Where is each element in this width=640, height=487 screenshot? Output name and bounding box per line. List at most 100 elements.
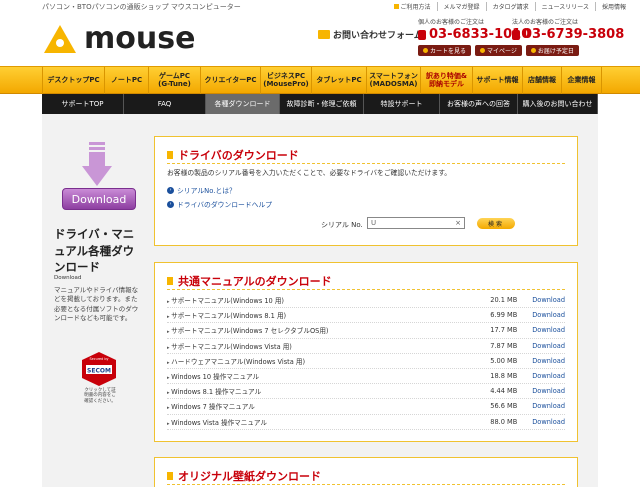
download-link[interactable]: Download: [517, 296, 565, 304]
driver-download-help-link[interactable]: › ドライバのダウンロードヘルプ: [167, 199, 272, 209]
clear-icon[interactable]: ×: [455, 219, 461, 227]
manual-size: 6.99 MB: [490, 311, 518, 320]
mainnav-item-1[interactable]: ノートPC: [105, 67, 149, 94]
manual-size: 56.6 MB: [490, 402, 518, 411]
serial-label: シリアル No.: [321, 221, 363, 229]
download-link[interactable]: Download: [517, 326, 565, 334]
square-icon: [167, 151, 173, 159]
subnav-item-2[interactable]: 各種ダウンロード: [206, 94, 280, 114]
table-row: Windows 8.1 操作マニュアル 4.44 MBDownload: [167, 384, 565, 400]
contact-form-link[interactable]: お問い合わせフォーム: [318, 28, 423, 41]
phone-icon: [512, 29, 520, 40]
sub-nav: サポートTOP FAQ 各種ダウンロード 故障診断・修理ご依頼 特設サポート お客様の声へ…: [42, 94, 598, 114]
mainnav-item-3[interactable]: クリエイターPC: [201, 67, 261, 94]
subnav-item-4[interactable]: 特設サポート: [364, 94, 440, 114]
download-link[interactable]: Download: [517, 342, 565, 350]
corporate-order-tel: 法人のお客様のご注文は 03-6739-3808: [512, 19, 625, 42]
manual-size: 17.7 MB: [490, 326, 518, 335]
manual-size: 20.1 MB: [490, 296, 518, 305]
cart-button[interactable]: カートを見る: [418, 45, 472, 56]
header-buttons: カートを見る マイページ お届け予定日: [418, 45, 579, 56]
subnav-item-3[interactable]: 故障診断・修理ご依頼: [280, 94, 364, 114]
arrow-icon: [530, 48, 536, 53]
mainnav-item-2[interactable]: ゲームPC (G-Tune): [149, 67, 201, 94]
manual-name[interactable]: Windows 8.1 操作マニュアル: [167, 386, 458, 396]
square-icon: [167, 277, 173, 285]
manual-download-panel: 共通マニュアルのダウンロード サポートマニュアル(Windows 10 用) 20…: [154, 262, 578, 442]
arrow-icon: [423, 48, 428, 53]
driver-intro: お客様の製品のシリアル番号を入力いただくことで、必要なドライバをご確認いただけま…: [167, 169, 452, 177]
table-row: Windows 7 操作マニュアル 56.6 MBDownload: [167, 399, 565, 415]
mainnav-item-9[interactable]: 店舗情報: [523, 67, 562, 94]
toplink-guide[interactable]: ご利用方法: [388, 2, 437, 11]
download-link[interactable]: Download: [517, 418, 565, 426]
secom-caption: クリックして証明書の内容をご確認ください。: [84, 388, 116, 404]
download-link[interactable]: Download: [517, 387, 565, 395]
manual-name[interactable]: ハードウェアマニュアル(Windows Vista 用): [167, 356, 458, 366]
subnav-item-0[interactable]: サポートTOP: [42, 94, 124, 114]
divider: [167, 289, 565, 290]
serial-input[interactable]: U ×: [367, 217, 465, 229]
secom-seal-top: Secured by: [89, 357, 108, 361]
content-area: Download ドライバ・マニュアル各種ダウンロード Download マニュ…: [42, 114, 598, 487]
site-header: パソコン・BTOパソコンの通販ショップ マウスコンピューター ご利用方法 メルマ…: [0, 0, 640, 66]
table-row: サポートマニュアル(Windows 10 用) 20.1 MBDownload: [167, 293, 565, 309]
manual-name[interactable]: Windows Vista 操作マニュアル: [167, 417, 458, 427]
mouse-logo[interactable]: mouse: [44, 24, 195, 54]
manual-size: 88.0 MB: [490, 417, 518, 426]
mainnav-item-4[interactable]: ビジネスPC (MousePro): [261, 67, 312, 94]
toplink-recruit[interactable]: 採用情報: [594, 2, 632, 11]
driver-download-panel: ドライバのダウンロード お客様の製品のシリアル番号を入力いただくことで、必要なド…: [154, 136, 578, 246]
manual-panel-title: 共通マニュアルのダウンロード: [155, 263, 577, 289]
manual-name[interactable]: サポートマニュアル(Windows 10 用): [167, 295, 458, 305]
mainnav-item-8[interactable]: サポート情報: [473, 67, 523, 94]
divider: [167, 163, 565, 164]
phone-icon: [418, 29, 426, 40]
arrow-icon: [480, 48, 486, 53]
table-row: サポートマニュアル(Windows 8.1 用) 6.99 MBDownload: [167, 308, 565, 324]
logo-text: mouse: [84, 21, 196, 56]
divider: [167, 484, 565, 485]
main-nav: デスクトップPC ノートPC ゲームPC (G-Tune) クリエイターPC ビジネスP…: [0, 66, 640, 94]
manual-name[interactable]: サポートマニュアル(Windows 8.1 用): [167, 310, 458, 320]
mainnav-item-6[interactable]: スマートフォン (MADOSMA): [367, 67, 421, 94]
download-link[interactable]: Download: [517, 357, 565, 365]
site-tagline: パソコン・BTOパソコンの通販ショップ マウスコンピューター: [42, 3, 241, 11]
manual-name[interactable]: Windows 7 操作マニュアル: [167, 401, 458, 411]
manual-table: サポートマニュアル(Windows 10 用)20.1 MBDownloadサポ…: [167, 293, 565, 430]
mainnav-item-10[interactable]: 企業情報: [562, 67, 602, 94]
mypage-button[interactable]: マイページ: [475, 45, 522, 56]
download-banner: Download: [62, 188, 136, 210]
manual-size: 5.00 MB: [490, 356, 518, 365]
toplink-catalog[interactable]: カタログ請求: [485, 2, 535, 11]
delivery-date-button[interactable]: お届け予定日: [525, 45, 579, 56]
download-link[interactable]: Download: [517, 402, 565, 410]
manual-size: 4.44 MB: [490, 387, 518, 396]
sidebar-description: マニュアルやドライバ情報などを掲載しております。また 必要となる付属ソフトのダウ…: [54, 286, 139, 323]
mainnav-item-0[interactable]: デスクトップPC: [42, 67, 105, 94]
square-icon: [393, 4, 399, 9]
download-link[interactable]: Download: [517, 372, 565, 380]
table-row: Windows 10 操作マニュアル 18.8 MBDownload: [167, 369, 565, 385]
driver-panel-title: ドライバのダウンロード: [155, 137, 577, 163]
toplink-news[interactable]: ニュースリリース: [534, 2, 595, 11]
download-link[interactable]: Download: [517, 311, 565, 319]
mainnav-item-5[interactable]: タブレットPC: [312, 67, 367, 94]
subnav-item-6[interactable]: 購入後のお問い合わせ: [518, 94, 598, 114]
arrow-circle-icon: ›: [167, 200, 174, 208]
manual-name[interactable]: Windows 10 操作マニュアル: [167, 371, 458, 381]
table-row: ハードウェアマニュアル(Windows Vista 用) 5.00 MBDownl…: [167, 354, 565, 369]
manual-name[interactable]: サポートマニュアル(Windows 7 セレクタブルOS用): [167, 325, 458, 335]
table-row: サポートマニュアル(Windows Vista 用) 7.87 MBDownloa…: [167, 339, 565, 354]
secom-logo: SECOM: [87, 368, 111, 375]
manual-name[interactable]: サポートマニュアル(Windows Vista 用): [167, 341, 458, 351]
subnav-item-1[interactable]: FAQ: [124, 94, 206, 114]
serial-no-help-link[interactable]: › シリアルNo.とは？: [167, 185, 236, 195]
toplink-mailmag[interactable]: メルマガ登録: [436, 2, 486, 11]
search-button[interactable]: 検索: [477, 218, 515, 229]
subnav-item-5[interactable]: お客様の声への回答: [440, 94, 518, 114]
download-arrow-icon: [82, 142, 112, 186]
wallpaper-download-panel: オリジナル壁紙ダウンロード: [154, 457, 578, 487]
secom-seal[interactable]: Secured by SECOM: [82, 352, 116, 386]
mainnav-item-7[interactable]: 訳あり特価& 即納モデル: [421, 67, 473, 94]
